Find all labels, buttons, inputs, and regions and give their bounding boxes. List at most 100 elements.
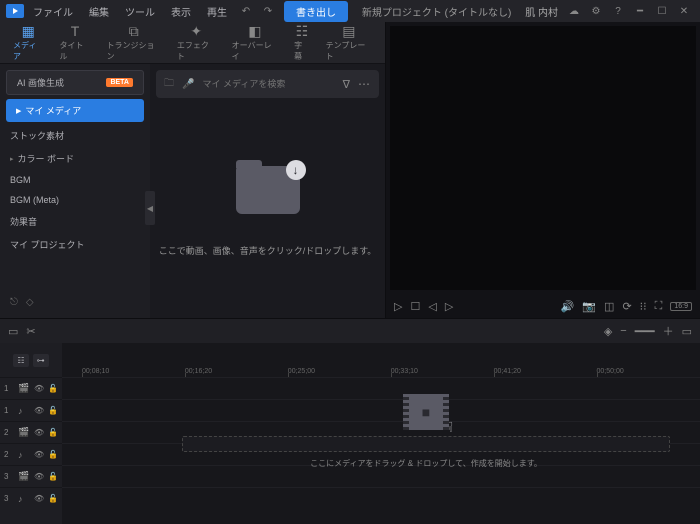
tab-template[interactable]: ▤テンプレート — [319, 20, 379, 65]
menu-view[interactable]: 表示 — [164, 1, 198, 22]
snapshot-icon[interactable]: 📷 — [582, 300, 596, 313]
lock-icon[interactable]: 🔓 — [48, 472, 58, 481]
tl-zoom-out-icon[interactable]: − — [620, 325, 626, 337]
folder-icon[interactable]: 🗀 — [164, 76, 174, 93]
tracks-area[interactable]: 00;08;1000;16;2000;25;0000;33;1000;41;20… — [62, 343, 700, 524]
tab-media[interactable]: ▦メディア — [6, 20, 51, 65]
settings-slider-icon[interactable]: ⁝⁝ — [640, 300, 647, 313]
tab-label: エフェクト — [177, 40, 216, 62]
tab-overlay[interactable]: ◧オーバーレイ — [225, 20, 285, 65]
close-icon[interactable]: ✕ — [676, 3, 692, 19]
visibility-icon[interactable]: 👁 — [34, 428, 44, 437]
media-sidebar: AI 画像生成 BETA ▶マイ メディア ストック素材 ▸カラー ボード BG… — [0, 64, 150, 318]
volume-icon[interactable]: 🔊 — [561, 300, 575, 313]
lock-icon[interactable]: 🔓 — [48, 384, 58, 393]
search-bar: 🗀 🎤 ∇ ⋯ — [156, 70, 379, 98]
mic-icon[interactable]: 🎤 — [182, 79, 194, 90]
track-head[interactable]: 1♪👁🔓 — [0, 399, 62, 421]
stop-button[interactable]: ☐ — [410, 300, 420, 313]
sidebar-item-label: マイ プロジェクト — [10, 238, 85, 251]
play-button[interactable]: ▷ — [394, 300, 402, 313]
tl-mode-magnet[interactable]: ⊶ — [33, 354, 49, 367]
prev-frame-button[interactable]: ◁ — [428, 300, 436, 313]
sidebar-bgm[interactable]: BGM — [0, 170, 150, 190]
link-icon[interactable]: ⎋ — [10, 297, 18, 308]
gear-icon[interactable]: ⚙ — [588, 3, 604, 19]
menu-tools[interactable]: ツール — [118, 1, 162, 22]
undo-button[interactable]: ↶ — [236, 3, 256, 19]
loop-icon[interactable]: ⟳ — [622, 300, 631, 313]
menu-play[interactable]: 再生 — [200, 1, 234, 22]
track-head[interactable]: 1🎬👁🔓 — [0, 377, 62, 399]
tag-icon[interactable]: ◇ — [26, 297, 34, 308]
minimize-icon[interactable]: ━ — [632, 3, 648, 19]
audio-track-icon: ♪ — [18, 406, 30, 416]
track-head[interactable]: 3♪👁🔓 — [0, 487, 62, 509]
filter-icon[interactable]: ∇ — [343, 78, 350, 91]
sidebar-bgm-meta[interactable]: BGM (Meta) — [0, 190, 150, 210]
user-name[interactable]: 肌 内村 — [525, 4, 558, 19]
tl-mode-grid[interactable]: ☷ — [13, 354, 28, 367]
media-drop-zone[interactable]: ↓ ここで動画、画像、音声をクリック/ドロップします。 — [150, 104, 385, 318]
visibility-icon[interactable]: 👁 — [34, 450, 44, 459]
track-head[interactable]: 2♪👁🔓 — [0, 443, 62, 465]
tab-title[interactable]: Tタイトル — [53, 20, 98, 65]
tab-subtitle[interactable]: ☷字幕 — [287, 20, 317, 65]
next-frame-button[interactable]: ▷ — [445, 300, 453, 313]
lock-icon[interactable]: 🔓 — [48, 428, 58, 437]
tl-select-icon[interactable]: ▭ — [8, 325, 18, 338]
tl-marker-icon[interactable]: ◈ — [604, 325, 612, 338]
lock-icon[interactable]: 🔓 — [48, 494, 58, 503]
tl-fit-icon[interactable]: ▭ — [682, 325, 692, 338]
sidebar-my-media[interactable]: ▶マイ メディア — [6, 99, 144, 122]
menu-edit[interactable]: 編集 — [82, 1, 116, 22]
tab-effect[interactable]: ✦エフェクト — [170, 20, 223, 65]
export-button[interactable]: 書き出し — [284, 1, 348, 22]
sidebar-my-project[interactable]: マイ プロジェクト — [0, 233, 150, 256]
sidebar-colorboard[interactable]: ▸カラー ボード — [0, 147, 150, 170]
lock-icon[interactable]: 🔓 — [48, 406, 58, 415]
search-input[interactable] — [202, 79, 334, 89]
visibility-icon[interactable]: 👁 — [34, 494, 44, 503]
quality-icon[interactable]: ◫ — [604, 300, 614, 313]
help-icon[interactable]: ? — [610, 3, 626, 19]
visibility-icon[interactable]: 👁 — [34, 406, 44, 415]
menu-file[interactable]: ファイル — [26, 1, 80, 22]
preview-canvas[interactable] — [390, 26, 696, 290]
visibility-icon[interactable]: 👁 — [34, 472, 44, 481]
audio-track-icon: ♪ — [18, 450, 30, 460]
ruler-tick: 00;41;20 — [494, 368, 521, 375]
tab-transition[interactable]: ⧉トランジション — [100, 20, 168, 65]
film-graphic: ■ ☟ — [403, 394, 449, 430]
overlay-icon: ◧ — [248, 23, 261, 39]
sidebar-item-label: ストック素材 — [10, 129, 64, 142]
sidebar-stock[interactable]: ストック素材 — [0, 124, 150, 147]
collapse-handle[interactable]: ◀ — [145, 191, 155, 225]
fullscreen-icon[interactable]: ⛶ — [655, 300, 663, 313]
tl-cut-icon[interactable]: ✂ — [26, 325, 35, 338]
track-number: 3 — [4, 494, 14, 503]
visibility-icon[interactable]: 👁 — [34, 384, 44, 393]
tool-tabs: ▦メディア Tタイトル ⧉トランジション ✦エフェクト ◧オーバーレイ ☷字幕 … — [0, 22, 385, 64]
beta-badge: BETA — [106, 78, 133, 87]
more-icon[interactable]: ⋯ — [358, 77, 371, 91]
timeline: ▭ ✂ ◈ − ━━━ ＋ ▭ ☷ ⊶ 1🎬👁🔓1♪👁🔓2🎬👁🔓2♪👁🔓3🎬👁🔓… — [0, 318, 700, 524]
cloud-icon[interactable]: ☁ — [566, 3, 582, 19]
sidebar-sfx[interactable]: 効果音 — [0, 210, 150, 233]
time-ruler[interactable]: 00;08;1000;16;2000;25;0000;33;1000;41;20… — [62, 343, 700, 377]
sidebar-item-label: AI 画像生成 — [17, 76, 64, 89]
project-title: 新規プロジェクト (タイトルなし) — [350, 4, 523, 19]
app-logo — [6, 4, 24, 18]
track-head[interactable]: 2🎬👁🔓 — [0, 421, 62, 443]
timeline-drop-zone[interactable]: ■ ☟ ここにメディアをドラッグ & ドロップして、作成を開始します。 — [182, 391, 670, 471]
maximize-icon[interactable]: ☐ — [654, 3, 670, 19]
track-row[interactable] — [62, 487, 700, 509]
redo-button[interactable]: ↷ — [258, 3, 278, 19]
tl-zoom-slider[interactable]: ━━━ — [635, 325, 655, 338]
track-head[interactable]: 3🎬👁🔓 — [0, 465, 62, 487]
lock-icon[interactable]: 🔓 — [48, 450, 58, 459]
effect-icon: ✦ — [190, 23, 202, 39]
aspect-ratio[interactable]: 16:9 — [670, 302, 692, 311]
tl-zoom-in-icon[interactable]: ＋ — [663, 323, 674, 339]
sidebar-ai-image[interactable]: AI 画像生成 BETA — [6, 70, 144, 95]
